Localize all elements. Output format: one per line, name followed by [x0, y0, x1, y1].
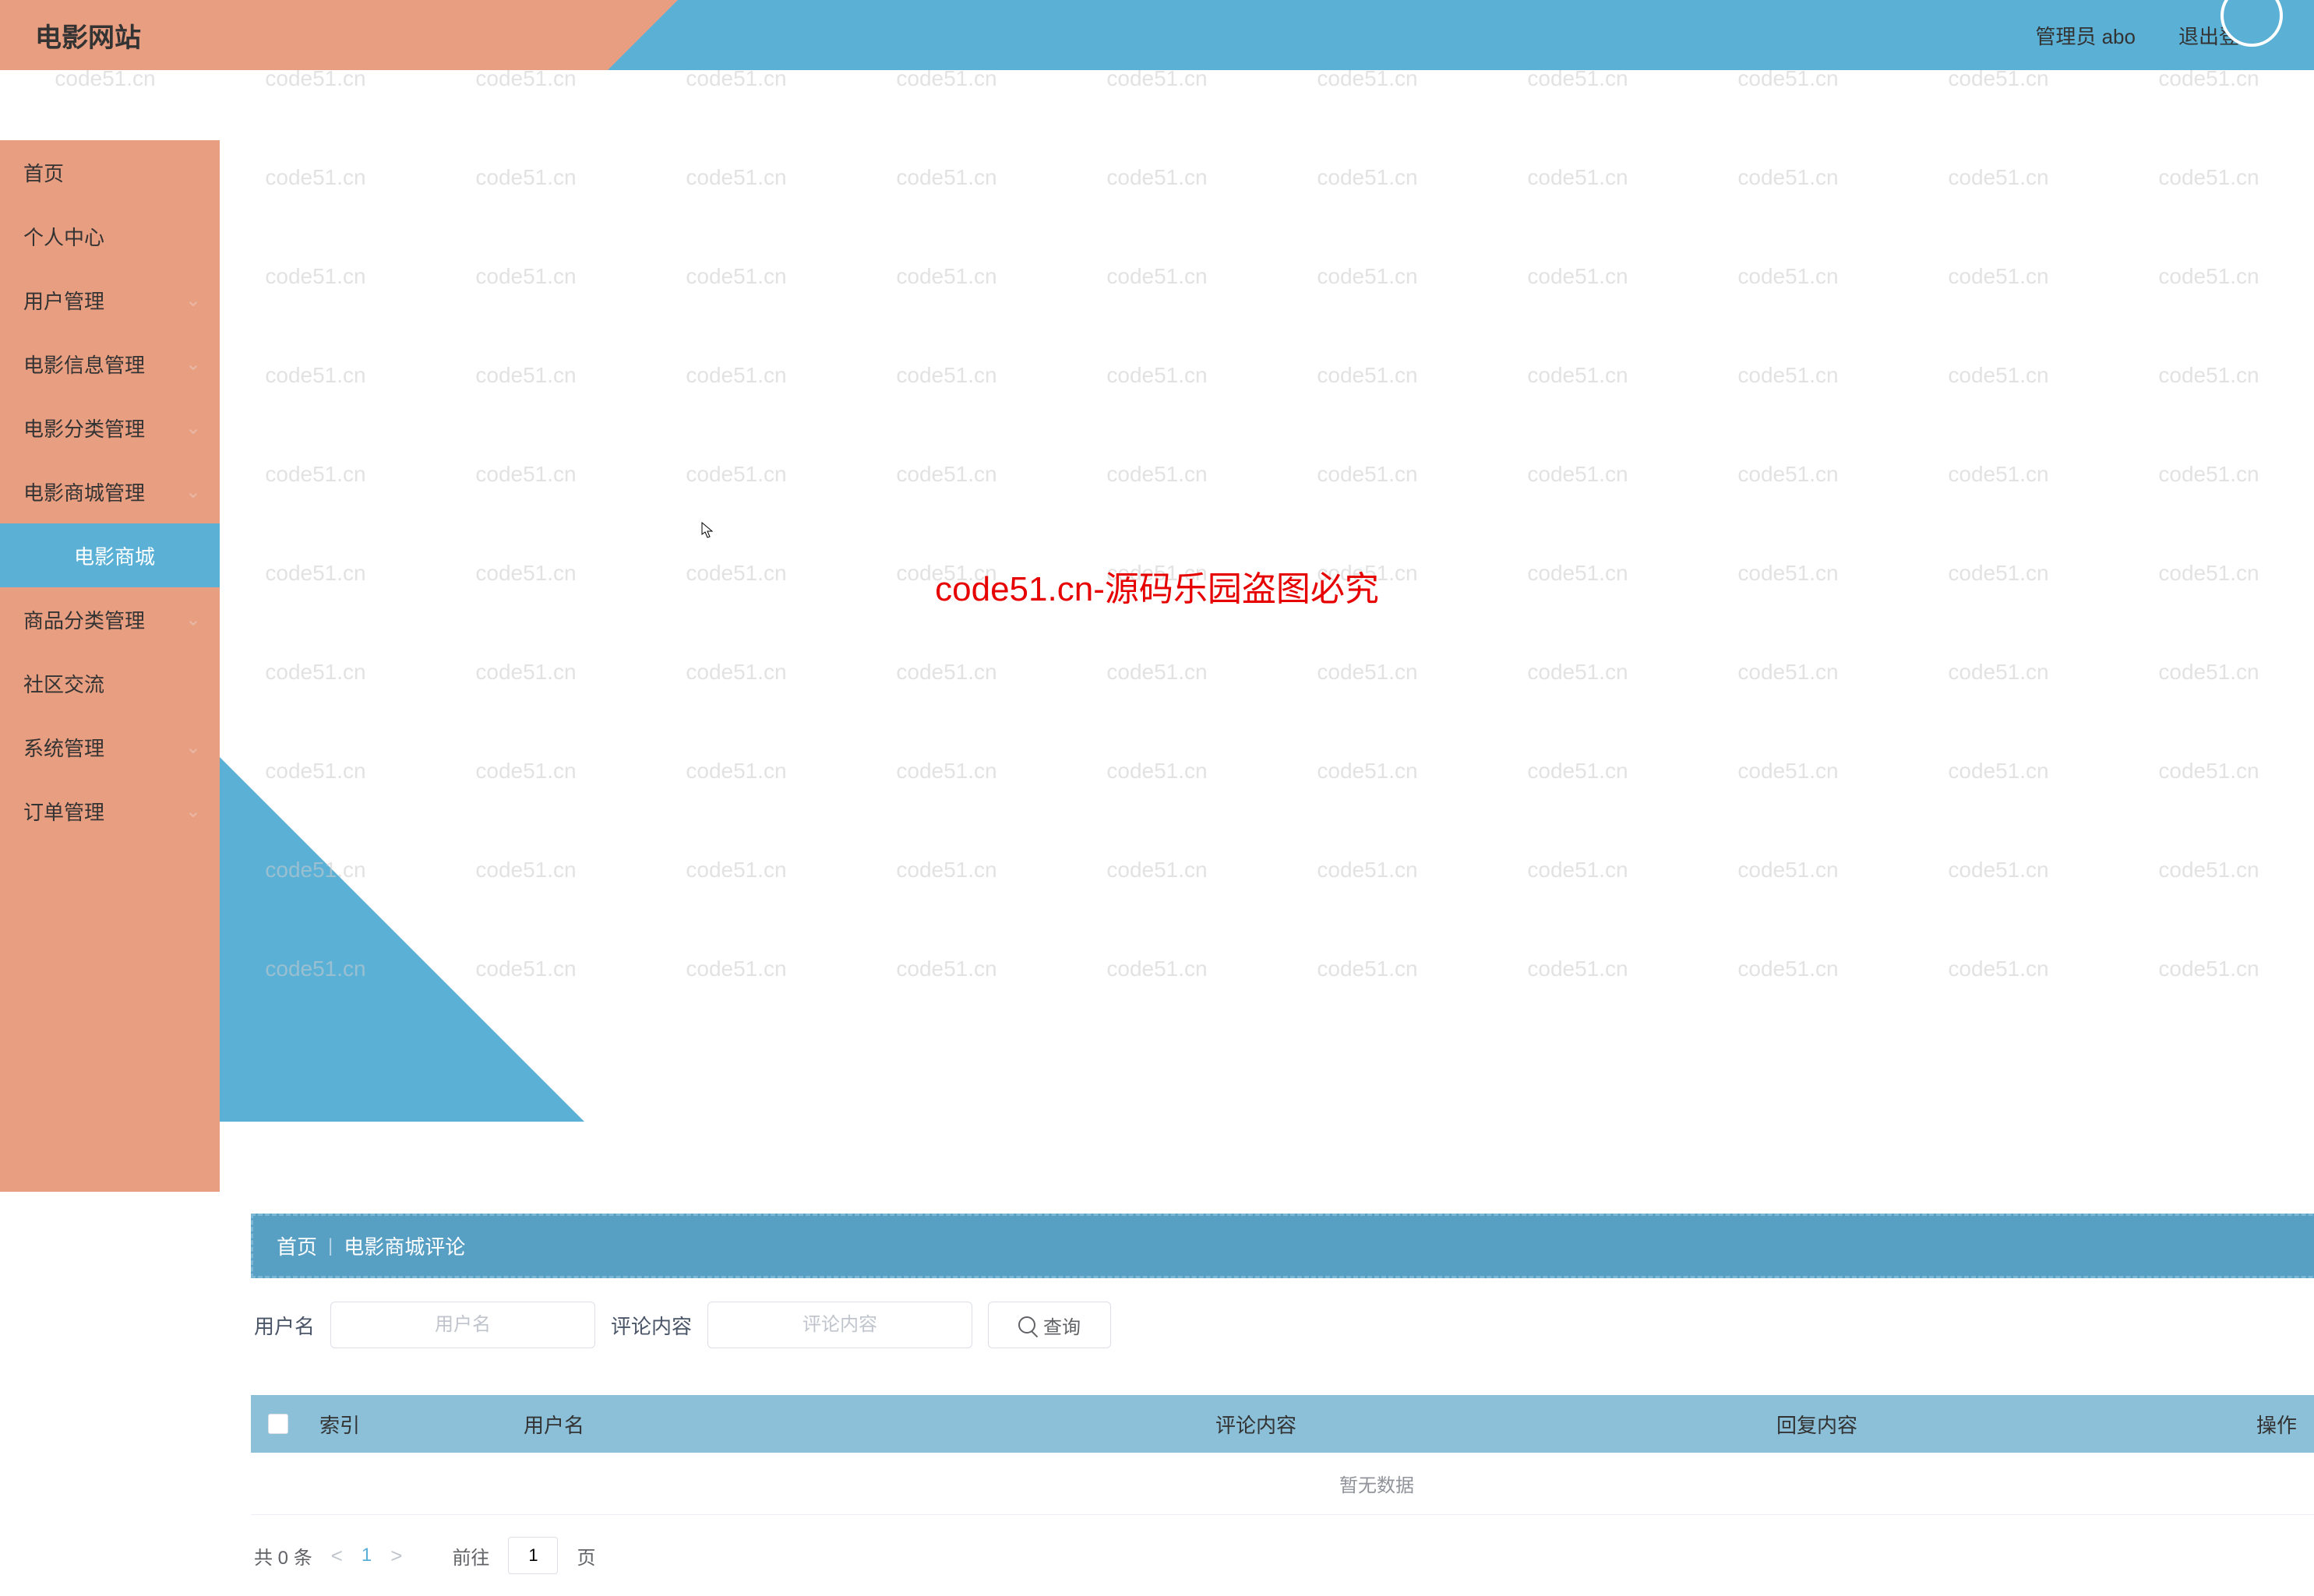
sidebar-item-profile[interactable]: 个人中心	[0, 204, 220, 268]
sidebar-item-orders[interactable]: 订单管理	[0, 779, 220, 843]
admin-label: 管理员 abo	[2035, 21, 2136, 50]
pagination-current[interactable]: 1	[362, 1545, 372, 1566]
sidebar-item-movie-mall[interactable]: 电影商城	[0, 523, 220, 587]
sidebar-item-home[interactable]: 首页	[0, 140, 220, 204]
select-all-checkbox[interactable]	[268, 1414, 288, 1434]
sidebar-item-movie-mall-mgmt[interactable]: 电影商城管理	[0, 460, 220, 523]
breadcrumb-current: 电影商城评论	[344, 1231, 465, 1260]
main-content: 首页 | 电影商城评论 用户名 评论内容 查询 索引 用户名 评论内容 回复内容…	[220, 1192, 2314, 1596]
pagination-prev-icon[interactable]: <	[331, 1544, 343, 1568]
data-table: 索引 用户名 评论内容 回复内容 操作 暂无数据	[251, 1395, 2314, 1515]
th-index: 索引	[305, 1410, 524, 1439]
th-comment: 评论内容	[929, 1410, 1583, 1439]
header: 电影网站 管理员 abo 退出登录	[0, 0, 2314, 70]
search-user-label: 用户名	[254, 1311, 315, 1340]
pagination-goto-label: 前往	[452, 1542, 489, 1570]
sidebar-item-product-category[interactable]: 商品分类管理	[0, 587, 220, 651]
breadcrumb-separator-icon: |	[328, 1235, 333, 1257]
watermark-center-text: code51.cn-源码乐园盗图必究	[935, 561, 1379, 611]
pagination-goto-suffix: 页	[577, 1542, 595, 1570]
search-button[interactable]: 查询	[988, 1302, 1111, 1348]
search-bar: 用户名 评论内容 查询	[251, 1302, 2314, 1348]
sidebar-item-system[interactable]: 系统管理	[0, 715, 220, 779]
pagination-total: 共 0 条	[254, 1542, 312, 1570]
sidebar-item-user-mgmt[interactable]: 用户管理	[0, 268, 220, 332]
th-operation: 操作	[2051, 1410, 2314, 1439]
sidebar-item-community[interactable]: 社区交流	[0, 651, 220, 715]
table-empty-text: 暂无数据	[251, 1453, 2314, 1515]
sidebar-item-movie-category[interactable]: 电影分类管理	[0, 396, 220, 460]
pagination: 共 0 条 < 1 > 前往 页	[251, 1537, 2314, 1574]
site-title: 电影网站	[35, 16, 141, 55]
pagination-next-icon[interactable]: >	[390, 1544, 402, 1568]
search-icon	[1018, 1316, 1035, 1334]
search-comment-label: 评论内容	[611, 1311, 692, 1340]
search-button-label: 查询	[1043, 1312, 1081, 1339]
header-right: 管理员 abo 退出登录	[678, 0, 2314, 70]
breadcrumb: 首页 | 电影商城评论	[251, 1214, 2314, 1278]
sidebar: 首页 个人中心 用户管理 电影信息管理 电影分类管理 电影商城管理 电影商城 商…	[0, 140, 220, 1192]
breadcrumb-home[interactable]: 首页	[277, 1231, 317, 1260]
table-header: 索引 用户名 评论内容 回复内容 操作	[251, 1395, 2314, 1453]
sidebar-item-movie-info[interactable]: 电影信息管理	[0, 332, 220, 396]
header-left: 电影网站	[0, 0, 678, 70]
pagination-goto-input[interactable]	[508, 1537, 558, 1574]
cursor-icon	[701, 522, 714, 539]
th-username: 用户名	[524, 1410, 929, 1439]
th-reply: 回复内容	[1583, 1410, 2051, 1439]
search-comment-input[interactable]	[707, 1302, 972, 1348]
search-user-input[interactable]	[330, 1302, 595, 1348]
